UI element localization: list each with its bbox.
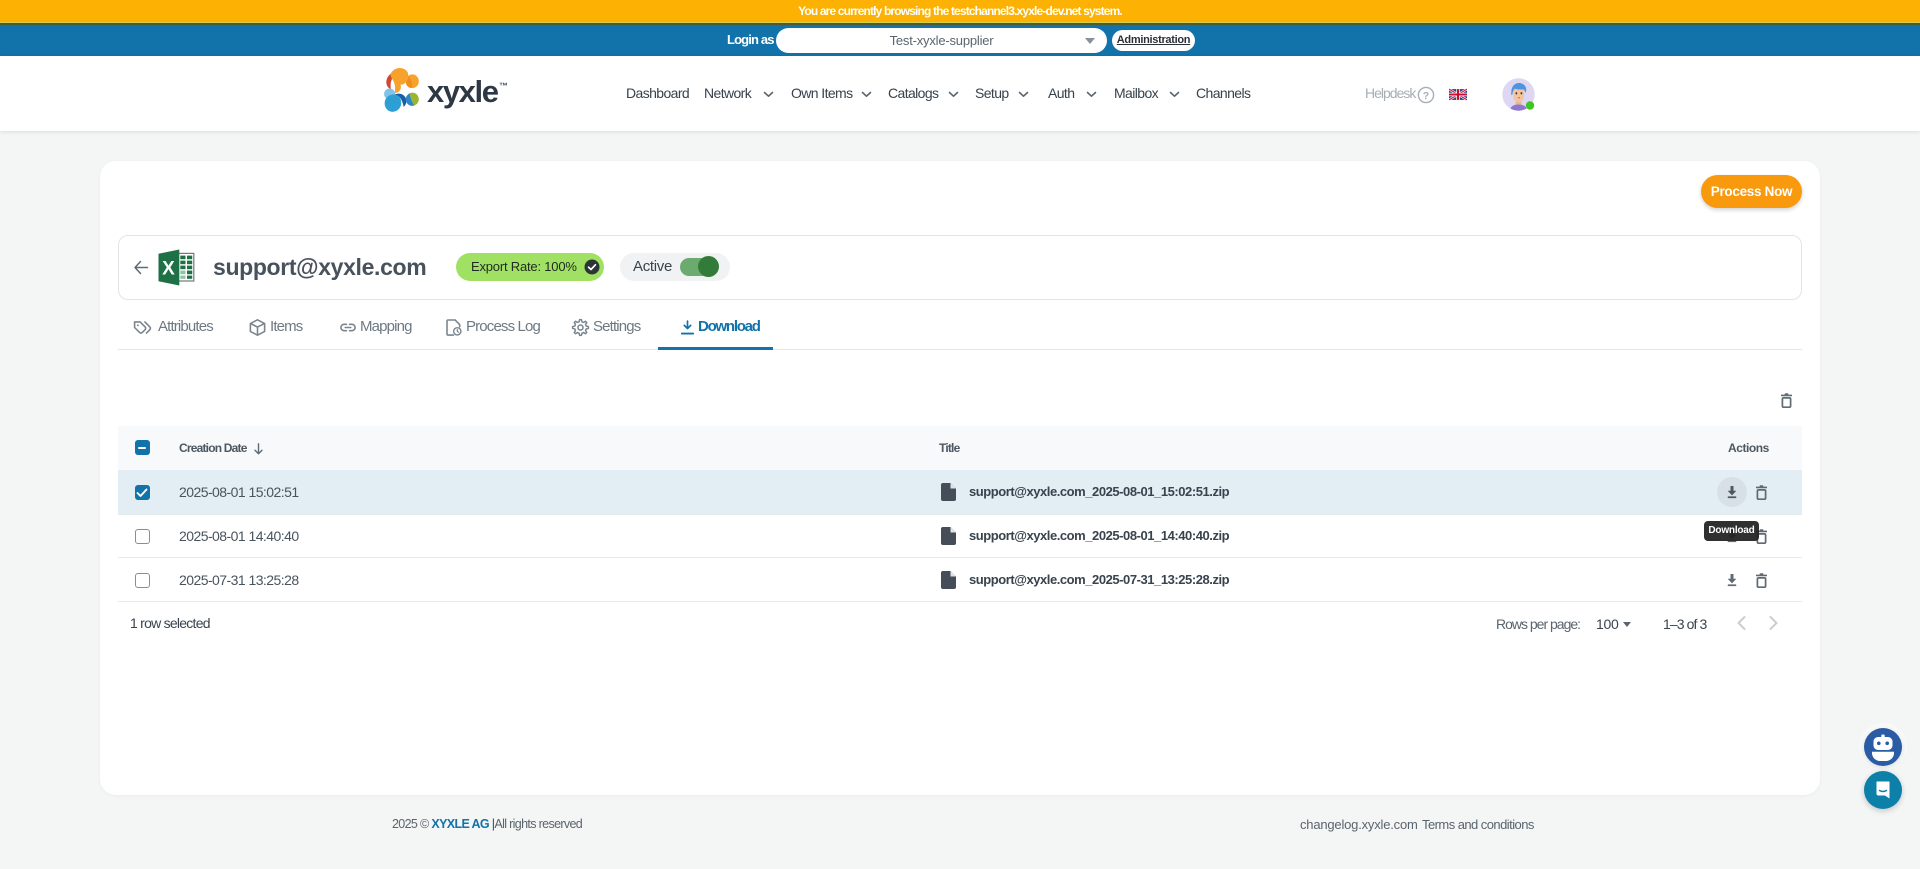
svg-text:X: X bbox=[162, 259, 175, 280]
svg-text:?: ? bbox=[1423, 90, 1429, 102]
